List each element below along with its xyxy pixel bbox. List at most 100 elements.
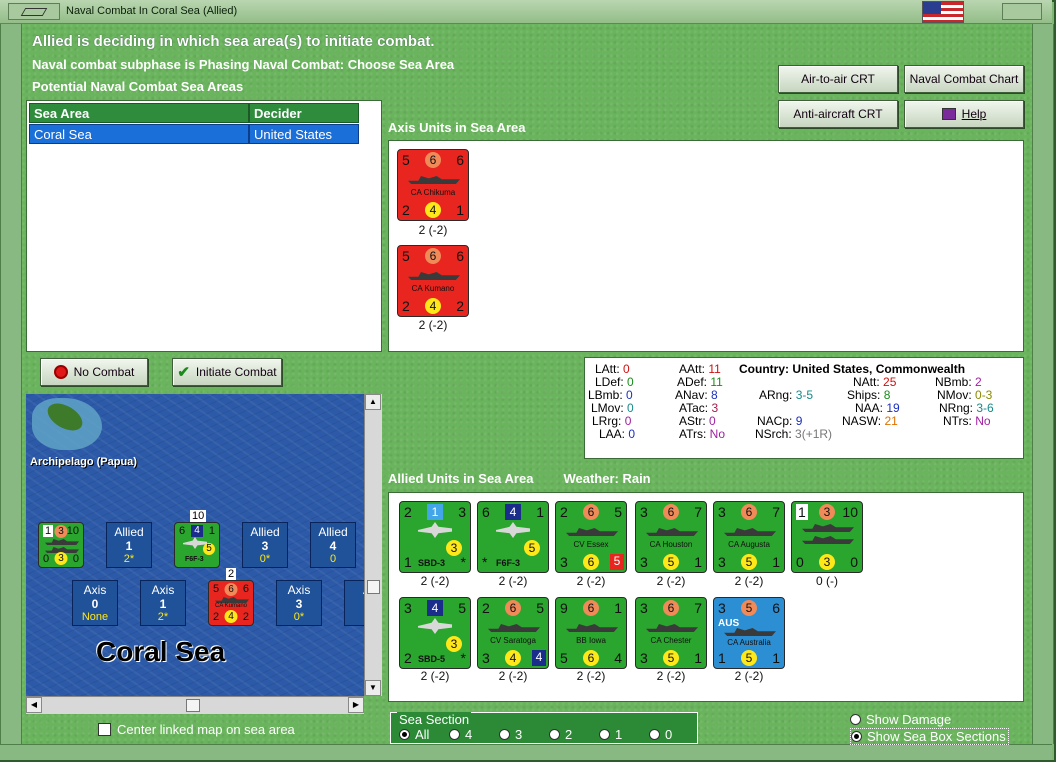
unit-counter[interactable]: 2 1 3 3 1 SBD-3 * <box>399 501 471 573</box>
radio-button[interactable] <box>549 729 560 740</box>
system-menu-button[interactable] <box>8 3 60 20</box>
checkmark-icon: ✔ <box>177 364 190 381</box>
unit-strength: 2 (-2) <box>498 669 528 683</box>
table-row-sea-area[interactable]: Coral Sea <box>29 124 249 144</box>
unit-counter[interactable]: 3 5 6 AUS CA Australia 1 5 1 <box>713 597 785 669</box>
scroll-thumb[interactable] <box>186 699 200 712</box>
radio-button[interactable] <box>399 729 410 740</box>
unit-counter[interactable]: 3 6 7 CA Augusta 3 5 1 <box>713 501 785 573</box>
unit-name: CV Essex <box>573 540 609 549</box>
unit-strength: 2 (-2) <box>498 574 528 588</box>
stack-counter[interactable]: 1 3 10 0 3 0 <box>791 501 863 573</box>
help-button[interactable]: Help <box>904 100 1024 128</box>
stat-atrs: ATrs: No <box>679 427 726 441</box>
naval-combat-chart-button[interactable]: Naval Combat Chart <box>904 65 1024 93</box>
sea-section-all[interactable]: All <box>399 727 429 742</box>
checkbox-box[interactable] <box>98 723 111 736</box>
sea-box-axis-3[interactable]: Axis 3 0* <box>276 580 322 626</box>
unit-counter[interactable]: 5 6 6 CA Kumano 2 4 2 <box>397 245 469 317</box>
sea-name: Coral Sea <box>96 636 226 667</box>
sea-section-2[interactable]: 2 <box>549 727 572 742</box>
unit-name: SBD-3 <box>418 558 446 568</box>
box-value: 2* <box>123 553 135 565</box>
counter-value: 4 <box>614 650 622 666</box>
counter-value: 1 <box>772 650 780 666</box>
radio-button[interactable] <box>850 714 861 725</box>
counter-value: 2 <box>456 298 464 314</box>
counter-value: 9 <box>560 600 568 616</box>
sea-box-allied-3[interactable]: Allied 3 0* <box>242 522 288 568</box>
unit-counter[interactable]: 3 6 7 CA Houston 3 5 1 <box>635 501 707 573</box>
sea-section-0[interactable]: 0 <box>649 727 672 742</box>
scroll-down-arrow-icon[interactable]: ▼ <box>365 680 381 696</box>
center-map-checkbox[interactable]: Center linked map on sea area <box>98 722 295 737</box>
map-plane-counter[interactable]: 6 4 1 5 F6F-3 <box>174 522 220 568</box>
unit-counter[interactable]: 2 6 5 CV Essex 3 6 5 <box>555 501 627 573</box>
box-number: 1 <box>125 539 133 553</box>
radio-label: 2 <box>565 727 573 742</box>
close-button[interactable] <box>1002 3 1042 20</box>
map-sea[interactable]: Archipelago (Papua) 1 3 10 0 3 0 Allied … <box>26 394 382 696</box>
box-number: 4 <box>329 539 337 553</box>
scroll-up-arrow-icon[interactable]: ▲ <box>365 394 381 410</box>
scroll-left-arrow-icon[interactable]: ◀ <box>26 697 42 713</box>
unit-name: CA Australia <box>727 638 771 647</box>
stat-laa: LAA: 0 <box>599 427 636 441</box>
display-options: Show Damage Show Sea Box Sections <box>846 710 1024 745</box>
show-damage-option[interactable]: Show Damage <box>850 712 951 727</box>
unit-counter[interactable]: 3 6 7 CA Chester 3 5 1 <box>635 597 707 669</box>
anti-aircraft-crt-button[interactable]: Anti-aircraft CRT <box>778 100 898 128</box>
country-name: United States, Commonwealth <box>792 362 966 376</box>
counter-value: 1 <box>614 600 622 616</box>
counter-value: 1 <box>796 504 808 520</box>
title-bar: Naval Combat In Coral Sea (Allied) <box>0 0 1052 24</box>
air-to-air-crt-button[interactable]: Air-to-air CRT <box>778 65 898 93</box>
box-value: 0* <box>293 611 305 623</box>
table-row-decider[interactable]: United States <box>249 124 359 144</box>
scroll-right-arrow-icon[interactable]: ▶ <box>348 697 364 713</box>
counter-value: 6 <box>663 600 679 616</box>
unit-name: SBD-5 <box>418 654 446 664</box>
column-header-decider[interactable]: Decider <box>249 103 359 123</box>
sea-box-axis-0[interactable]: Axis 0 None <box>72 580 118 626</box>
map-stack-counter[interactable]: 1 3 10 0 3 0 <box>38 522 84 568</box>
map-vertical-scrollbar[interactable]: ▲ ▼ <box>364 394 382 696</box>
unit-counter[interactable]: 3 4 5 3 2 SBD-5 * <box>399 597 471 669</box>
sea-box-allied-1[interactable]: Allied 1 2* <box>106 522 152 568</box>
sea-box-axis-1[interactable]: Axis 1 2* <box>140 580 186 626</box>
map-horizontal-scrollbar[interactable]: ◀ ▶ <box>26 696 364 714</box>
unit-name: CA Augusta <box>728 540 770 549</box>
radio-button[interactable] <box>851 731 862 742</box>
map-axis-counter[interactable]: 5 6 6 CA Kumano 2 4 2 <box>208 580 254 626</box>
stat-lbmb: LBmb: 0 <box>588 388 633 402</box>
stat-naa: NAA: 19 <box>855 401 900 415</box>
unit-counter[interactable]: 6 4 1 5 * F6F-3 <box>477 501 549 573</box>
sea-section-4[interactable]: 4 <box>449 727 472 742</box>
country-label: Country: <box>739 362 789 376</box>
sea-area-map[interactable]: Archipelago (Papua) 1 3 10 0 3 0 Allied … <box>26 394 382 714</box>
unit-counter[interactable]: 5 6 6 CA Chikuma 2 4 1 <box>397 149 469 221</box>
sea-box-allied-4[interactable]: Allied 4 0 <box>310 522 356 568</box>
column-header-sea-area[interactable]: Sea Area <box>29 103 249 123</box>
counter-value: 2 <box>402 202 410 218</box>
radio-button[interactable] <box>499 729 510 740</box>
unit-counter[interactable]: 9 6 1 BB Iowa 5 6 4 <box>555 597 627 669</box>
counter-value: 3 <box>482 650 490 666</box>
show-sea-box-option[interactable]: Show Sea Box Sections <box>850 728 1009 745</box>
radio-button[interactable] <box>449 729 460 740</box>
radio-button[interactable] <box>649 729 660 740</box>
unit-strength: 0 (-) <box>816 574 838 588</box>
button-label: Naval Combat Chart <box>909 72 1019 86</box>
stat-ships: Ships: 8 <box>847 388 891 402</box>
unit-name: CA Kumano <box>411 284 455 293</box>
initiate-combat-button[interactable]: ✔ Initiate Combat <box>172 358 282 386</box>
no-combat-button[interactable]: No Combat <box>40 358 148 386</box>
sea-section-1[interactable]: 1 <box>599 727 622 742</box>
scroll-thumb[interactable] <box>367 580 380 594</box>
sea-section-3[interactable]: 3 <box>499 727 522 742</box>
unit-counter[interactable]: 2 6 5 CV Saratoga 3 4 4 <box>477 597 549 669</box>
counter-value: 3 <box>718 504 726 520</box>
counter-value: 5 <box>741 650 757 666</box>
radio-button[interactable] <box>599 729 610 740</box>
counter-value: 5 <box>610 554 624 570</box>
